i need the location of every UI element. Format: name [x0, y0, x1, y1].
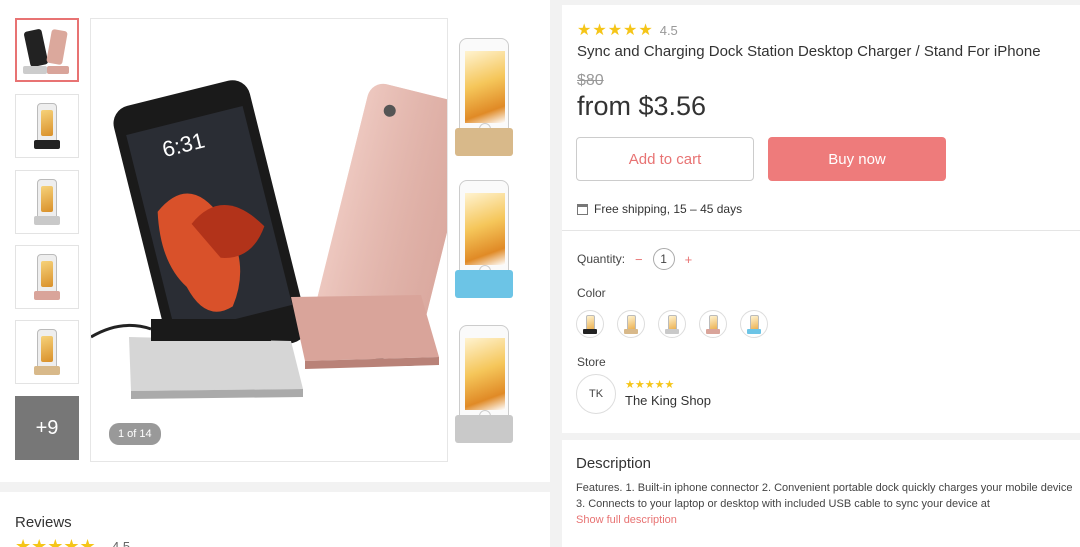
more-count: +9: [35, 416, 59, 439]
store-avatar[interactable]: TK: [576, 374, 616, 414]
quantity-increase-button[interactable]: +: [685, 252, 693, 267]
thumbnail-1[interactable]: [15, 18, 79, 82]
add-to-cart-button[interactable]: Add to cart: [576, 137, 754, 181]
description-text: Features. 1. Built-in iphone connector 2…: [576, 482, 1073, 510]
store-name-link[interactable]: The King Shop: [625, 393, 711, 408]
thumbnail-3[interactable]: [15, 170, 79, 234]
image-counter: 1 of 14: [109, 423, 161, 445]
product-title: Sync and Charging Dock Station Desktop C…: [577, 43, 1041, 60]
store-star-icons: ★★★★★: [625, 379, 675, 391]
gallery-panel: +9 6:31 1 of 14: [0, 0, 550, 482]
calendar-icon: [577, 203, 588, 215]
color-swatch-gold[interactable]: [617, 310, 645, 338]
thumbnail-4[interactable]: [15, 245, 79, 309]
show-full-description-link[interactable]: Show full description: [576, 514, 677, 526]
color-swatch-blue[interactable]: [740, 310, 768, 338]
color-swatch-silver[interactable]: [658, 310, 686, 338]
variant-image-silver[interactable]: [455, 315, 515, 447]
reviews-star-icons: ★★★★★: [15, 536, 96, 547]
dock-shape: [34, 216, 60, 225]
swatch-dock: [706, 329, 720, 334]
thumbnail-5[interactable]: [15, 320, 79, 384]
swatch-dock: [665, 329, 679, 334]
old-price: $80: [577, 72, 604, 89]
phone-shape: [459, 38, 509, 142]
color-label: Color: [577, 286, 606, 300]
quantity-label: Quantity:: [577, 252, 626, 266]
variant-image-gold[interactable]: [455, 28, 515, 160]
quantity-decrease-button[interactable]: −: [635, 252, 643, 267]
shipping-text: Free shipping, 15 – 45 days: [594, 202, 743, 216]
thumbnail-image: [21, 24, 73, 76]
description-title: Description: [576, 455, 652, 472]
product-illustration: 6:31: [91, 80, 447, 399]
swatch-dock: [624, 329, 638, 334]
product-rating: ★★★★★ 4.5: [577, 20, 678, 40]
dock-shape: [34, 140, 60, 149]
store-label: Store: [577, 355, 606, 369]
dock-shape: [455, 415, 513, 443]
phone-shape: [459, 325, 509, 429]
thumbnail-more[interactable]: +9: [15, 396, 79, 460]
dock-shape: [34, 366, 60, 375]
dock-shape: [455, 270, 513, 298]
dock-shape: [34, 291, 60, 300]
star-icons: ★★★★★: [577, 22, 654, 39]
description-panel: Description Features. 1. Built-in iphone…: [562, 440, 1080, 547]
buy-now-button[interactable]: Buy now: [768, 137, 946, 181]
reviews-rating: 4.5: [112, 539, 131, 547]
swatch-dock: [747, 329, 761, 334]
divider: [562, 230, 1080, 231]
reviews-title: Reviews: [15, 514, 72, 531]
rating-value: 4.5: [659, 22, 678, 38]
color-swatch-rose-gold[interactable]: [699, 310, 727, 338]
color-swatch-black[interactable]: [576, 310, 604, 338]
swatch-dock: [583, 329, 597, 334]
product-info-panel: ★★★★★ 4.5 Sync and Charging Dock Station…: [562, 5, 1080, 433]
shipping-info: Free shipping, 15 – 45 days: [577, 202, 742, 216]
thumbnail-2[interactable]: [15, 94, 79, 158]
main-product-image[interactable]: 6:31 1 of 14: [90, 18, 448, 462]
phone-shape: [459, 180, 509, 284]
current-price: from $3.56: [577, 91, 707, 121]
reviews-panel: Reviews ★★★★★ 4.5: [0, 492, 550, 547]
quantity-stepper: Quantity: − 1 +: [577, 248, 692, 270]
quantity-value[interactable]: 1: [652, 248, 675, 270]
variant-image-blue[interactable]: [455, 170, 515, 302]
dock-shape: [455, 128, 513, 156]
